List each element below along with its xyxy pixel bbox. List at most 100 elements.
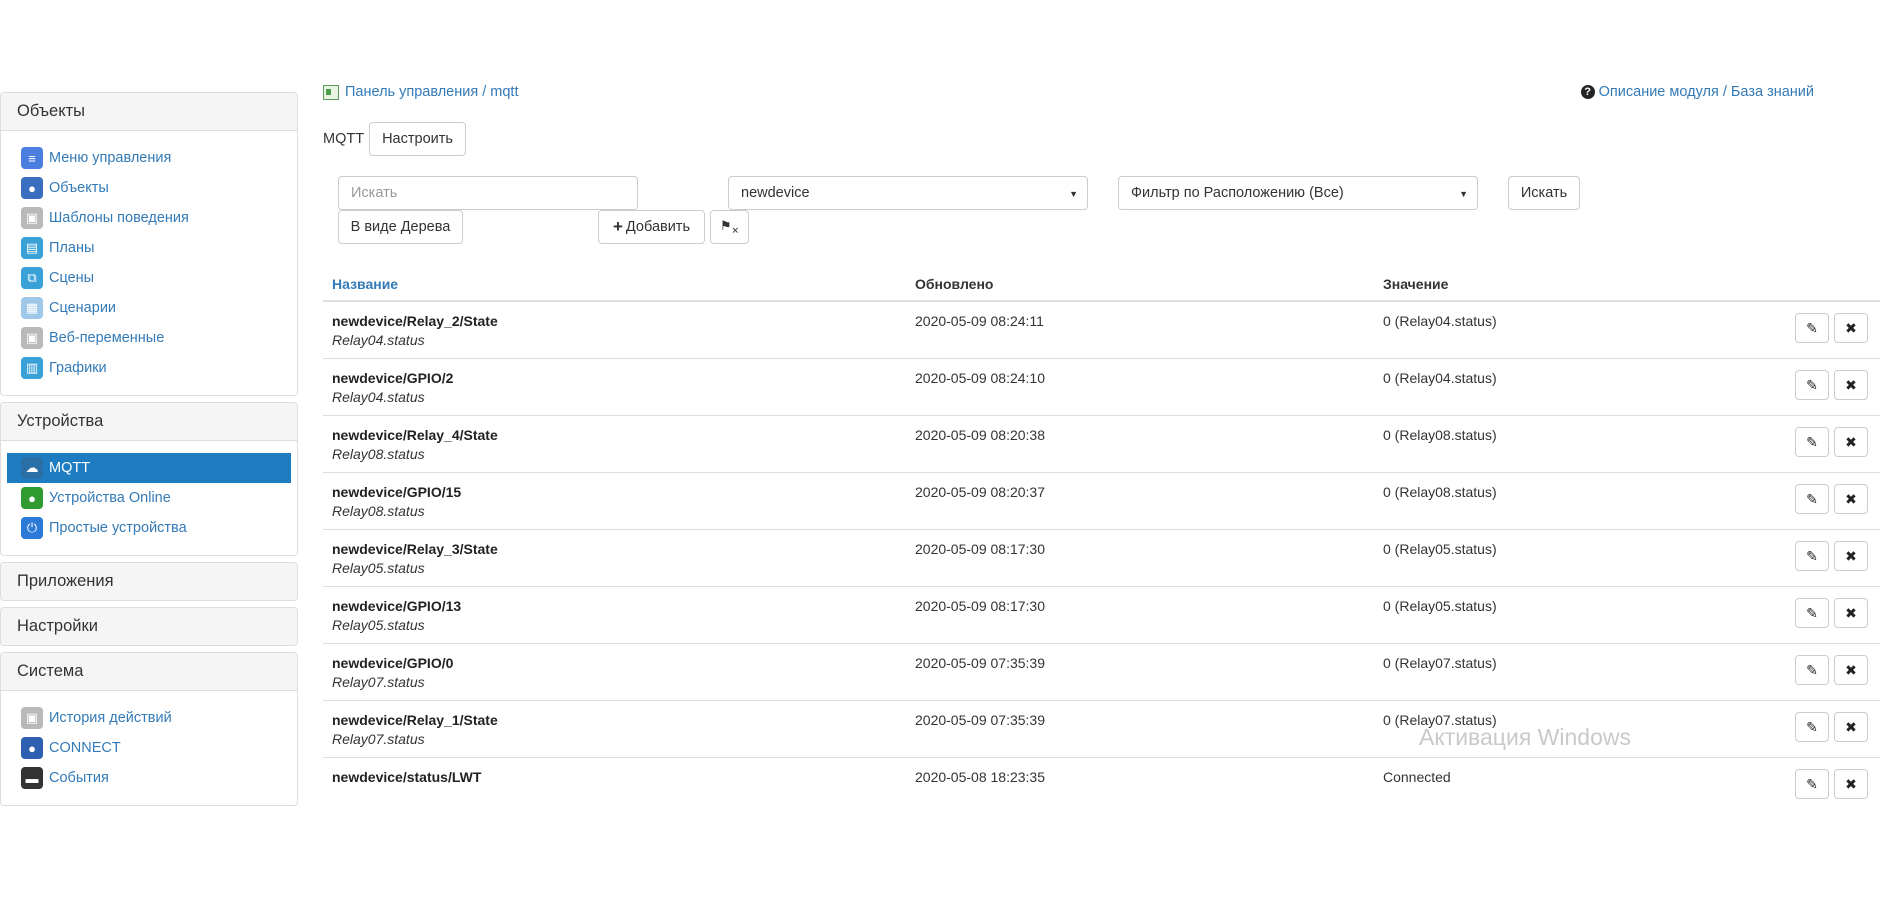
delete-button[interactable]: ✖ [1834, 598, 1868, 628]
sidebar-group-title[interactable]: Настройки [1, 608, 297, 645]
table-body: newdevice/Relay_2/StateRelay04.status 202… [323, 302, 1880, 806]
sidebar-item[interactable]: ▣Веб-переменные [7, 323, 291, 353]
column-header-updated: Обновлено [915, 276, 993, 292]
delete-button[interactable]: ✖ [1834, 484, 1868, 514]
events-laptop-icon: ▬ [21, 767, 43, 789]
sidebar-item-label[interactable]: История действий [49, 710, 172, 726]
delete-button[interactable]: ✖ [1834, 370, 1868, 400]
edit-button[interactable]: ✎ [1795, 427, 1829, 457]
edit-button[interactable]: ✎ [1795, 769, 1829, 799]
topic-path[interactable]: newdevice/GPIO/15 [332, 484, 461, 500]
edit-button[interactable]: ✎ [1795, 484, 1829, 514]
delete-button[interactable]: ✖ [1834, 712, 1868, 742]
column-header-value: Значение [1383, 276, 1448, 292]
edit-button[interactable]: ✎ [1795, 541, 1829, 571]
topic-path[interactable]: newdevice/status/LWT [332, 769, 481, 785]
sidebar-group-title[interactable]: Объекты [1, 93, 297, 131]
sidebar-item[interactable]: ≡Меню управления [7, 143, 291, 173]
sidebar-item-label[interactable]: Сцены [49, 270, 94, 286]
help-links[interactable]: ? Описание модуля / База знаний [1581, 84, 1814, 100]
sidebar-group-title[interactable]: Система [1, 653, 297, 691]
topic-path[interactable]: newdevice/Relay_2/State [332, 313, 498, 329]
sidebar-item-label[interactable]: Графики [49, 360, 107, 376]
edit-button[interactable]: ✎ [1795, 655, 1829, 685]
edit-button[interactable]: ✎ [1795, 712, 1829, 742]
sidebar-item-label[interactable]: Объекты [49, 180, 109, 196]
configure-button[interactable]: Настроить [369, 122, 466, 156]
close-icon: ✖ [1845, 434, 1857, 451]
sidebar-item-label[interactable]: События [49, 770, 109, 786]
topic-path[interactable]: newdevice/Relay_4/State [332, 427, 498, 443]
add-button[interactable]: + Добавить [598, 210, 705, 244]
delete-button[interactable]: ✖ [1834, 655, 1868, 685]
close-icon: ✖ [1845, 320, 1857, 337]
delete-button[interactable]: ✖ [1834, 541, 1868, 571]
sidebar-item-label[interactable]: Устройства Online [49, 490, 171, 506]
sidebar-item-label[interactable]: MQTT [49, 460, 90, 476]
search-button[interactable]: Искать [1508, 176, 1580, 210]
topic-cell: newdevice/GPIO/15Relay08.status [332, 484, 461, 519]
edit-button[interactable]: ✎ [1795, 370, 1829, 400]
sidebar-item-label[interactable]: CONNECT [49, 740, 121, 756]
sidebar-item-label[interactable]: Меню управления [49, 150, 171, 166]
topic-path[interactable]: newdevice/Relay_3/State [332, 541, 498, 557]
add-button-label: Добавить [626, 219, 690, 235]
help-link[interactable]: Описание модуля / База знаний [1599, 84, 1814, 100]
sidebar-item-label[interactable]: Планы [49, 240, 94, 256]
updated-cell: 2020-05-09 08:20:37 [915, 484, 1045, 500]
chevron-down-icon: ▼ [1069, 189, 1078, 199]
sidebar-item-label[interactable]: Веб-переменные [49, 330, 164, 346]
edit-button[interactable]: ✎ [1795, 313, 1829, 343]
sidebar-item[interactable]: ▣Шаблоны поведения [7, 203, 291, 233]
sidebar-item[interactable]: ▬ События [7, 763, 291, 793]
breadcrumb[interactable]: Панель управления / mqtt [323, 84, 519, 100]
sidebar-item[interactable]: ⏻Простые устройства [7, 513, 291, 543]
dashboard-icon [323, 85, 339, 100]
delete-button[interactable]: ✖ [1834, 769, 1868, 799]
topic-cell: newdevice/Relay_4/StateRelay08.status [332, 427, 498, 462]
breadcrumb-link[interactable]: Панель управления / mqtt [345, 84, 519, 100]
plans-icon: ▤ [21, 237, 43, 259]
tree-view-button[interactable]: В виде Дерева [338, 210, 463, 244]
column-header-name[interactable]: Название [332, 276, 398, 292]
value-cell: 0 (Relay08.status) [1383, 484, 1497, 500]
sidebar-item[interactable]: ☁MQTT [7, 453, 291, 483]
table-row: newdevice/Relay_4/StateRelay08.status202… [323, 416, 1880, 473]
updated-cell: 2020-05-09 07:35:39 [915, 712, 1045, 728]
sidebar-group-title[interactable]: Приложения [1, 563, 297, 600]
sidebar-item[interactable]: ▦Сценарии [7, 293, 291, 323]
topic-path[interactable]: newdevice/GPIO/2 [332, 370, 453, 386]
pencil-icon: ✎ [1806, 377, 1818, 394]
edit-button[interactable]: ✎ [1795, 598, 1829, 628]
delete-button[interactable]: ✖ [1834, 313, 1868, 343]
module-title: MQTT [323, 131, 364, 147]
search-input[interactable]: Искать [338, 176, 638, 210]
sidebar-item-label[interactable]: Сценарии [49, 300, 116, 316]
sidebar-item[interactable]: ● CONNECT [7, 733, 291, 763]
connect-globe-icon: ● [21, 737, 43, 759]
sidebar-group: Система ▣История действий ● CONNECT ▬ События [0, 652, 298, 806]
pencil-icon: ✎ [1806, 662, 1818, 679]
topic-cell: newdevice/Relay_2/StateRelay04.status [332, 313, 498, 348]
table-row: newdevice/Relay_1/StateRelay07.status202… [323, 701, 1880, 758]
linked-property: Relay05.status [332, 617, 461, 633]
topic-path[interactable]: newdevice/Relay_1/State [332, 712, 498, 728]
sidebar-group-title[interactable]: Устройства [1, 403, 297, 441]
location-filter-select[interactable]: Фильтр по Расположению (Все) ▼ [1118, 176, 1478, 210]
sidebar-item-label[interactable]: Шаблоны поведения [49, 210, 189, 226]
clear-filter-button[interactable]: ⚑✕ [710, 210, 749, 244]
sidebar-item[interactable]: ▣История действий [7, 703, 291, 733]
sidebar-item[interactable]: ●Объекты [7, 173, 291, 203]
table-row: newdevice/GPIO/2Relay04.status2020-05-09… [323, 359, 1880, 416]
sidebar-group: Настройки [0, 607, 298, 646]
updated-cell: 2020-05-09 08:17:30 [915, 541, 1045, 557]
topic-path[interactable]: newdevice/GPIO/0 [332, 655, 453, 671]
topic-path[interactable]: newdevice/GPIO/13 [332, 598, 461, 614]
device-select[interactable]: newdevice ▼ [728, 176, 1088, 210]
sidebar-item[interactable]: ●Устройства Online [7, 483, 291, 513]
sidebar-item-label[interactable]: Простые устройства [49, 520, 187, 536]
sidebar-item[interactable]: ▤ Планы [7, 233, 291, 263]
sidebar-item[interactable]: ▥Графики [7, 353, 291, 383]
delete-button[interactable]: ✖ [1834, 427, 1868, 457]
sidebar-item[interactable]: ⧉Сцены [7, 263, 291, 293]
